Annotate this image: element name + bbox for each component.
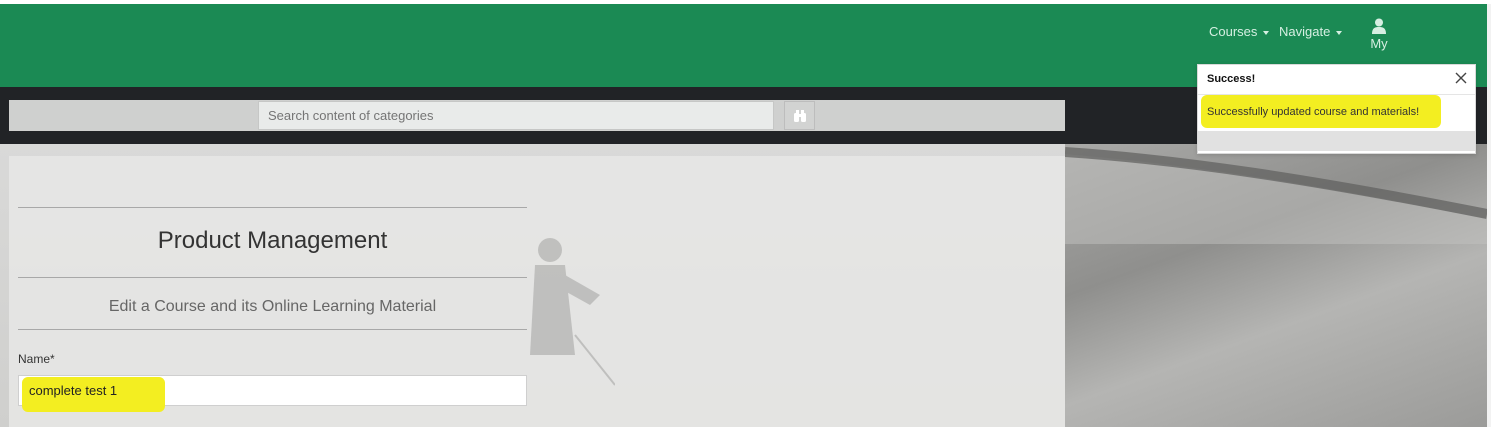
toast-progress-bar bbox=[1198, 131, 1475, 151]
search-button[interactable] bbox=[784, 101, 815, 130]
search-input[interactable] bbox=[258, 101, 774, 130]
toast-header: Success! bbox=[1198, 65, 1475, 95]
divider bbox=[18, 277, 527, 278]
divider bbox=[18, 207, 527, 208]
name-input-value: complete test 1 bbox=[29, 383, 118, 398]
divider bbox=[18, 329, 527, 330]
nav-courses[interactable]: Courses bbox=[1209, 24, 1270, 39]
close-icon[interactable] bbox=[1453, 70, 1469, 86]
caret-down-icon bbox=[1263, 30, 1270, 35]
page-subtitle: Edit a Course and its Online Learning Ma… bbox=[108, 298, 437, 315]
toast-title: Success! bbox=[1207, 73, 1256, 85]
user-menu-label: My bbox=[1370, 36, 1388, 51]
name-label: Name* bbox=[18, 352, 55, 366]
toast-message: Successfully updated course and material… bbox=[1207, 106, 1420, 118]
user-icon bbox=[1372, 18, 1386, 34]
nav-navigate[interactable]: Navigate bbox=[1279, 24, 1343, 39]
window-edge bbox=[1487, 4, 1491, 427]
user-menu[interactable]: My bbox=[1362, 18, 1396, 51]
background-shoreline bbox=[1065, 147, 1487, 244]
binoculars-icon bbox=[793, 109, 806, 122]
success-toast: Success! Successfully updated course and… bbox=[1197, 64, 1476, 154]
page-title: Product Management bbox=[157, 227, 388, 254]
caret-down-icon bbox=[1336, 30, 1343, 35]
